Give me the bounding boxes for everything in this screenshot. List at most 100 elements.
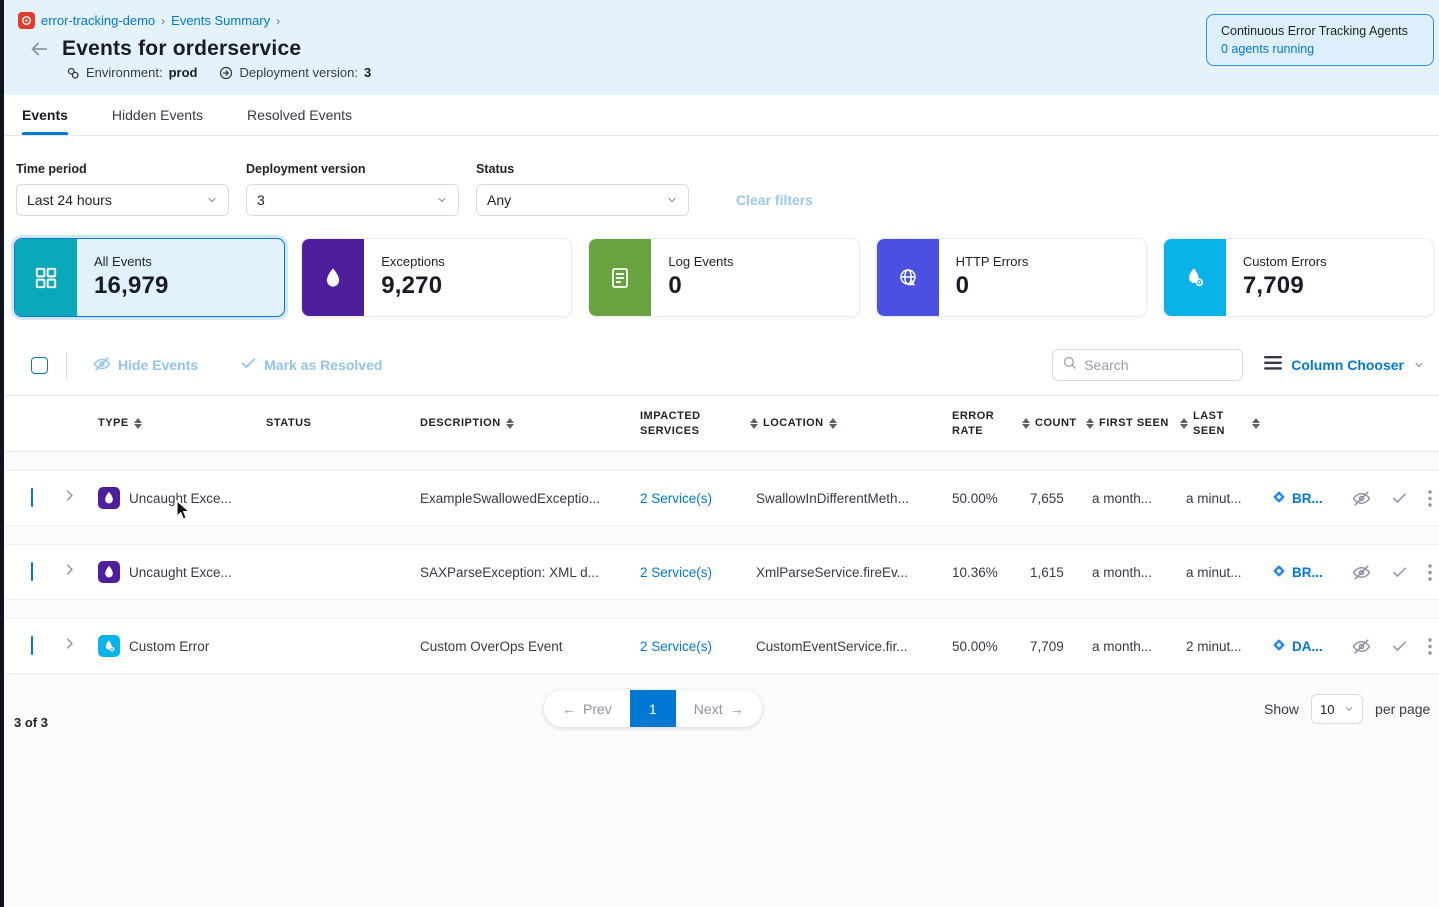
pagination-bar: 3 of 3 ←Prev 1 Next→ Show 10 per page (4, 674, 1439, 744)
sort-icon[interactable] (134, 418, 142, 429)
time-period-value: Last 24 hours (27, 192, 112, 208)
impacted-services-link[interactable]: 2 Service(s) (628, 491, 744, 506)
impacted-services-link[interactable]: 2 Service(s) (628, 565, 744, 580)
clear-filters-button[interactable]: Clear filters (736, 192, 813, 208)
hide-event-icon[interactable] (1352, 489, 1371, 508)
chevron-right-icon[interactable] (54, 636, 77, 651)
kebab-menu-icon[interactable] (1428, 564, 1432, 581)
table-row[interactable]: Uncaught Exce... SAXParseException: XML … (4, 544, 1439, 600)
row-checkbox[interactable] (31, 488, 33, 507)
events-table: TYPE STATUS DESCRIPTION IMPACTED SERVICE… (4, 395, 1439, 748)
chevron-down-icon (436, 194, 448, 206)
col-last-seen[interactable]: LAST SEEN (1193, 409, 1247, 438)
page-size-select[interactable]: 10 (1311, 694, 1363, 724)
flame-gear-icon (98, 635, 120, 657)
stat-card-http-errors[interactable]: HTTP Errors 0 (876, 238, 1147, 317)
col-count[interactable]: COUNT (1035, 416, 1077, 430)
chevron-down-icon (666, 194, 678, 206)
back-arrow-icon[interactable] (28, 38, 50, 60)
mark-resolved-button[interactable]: Mark as Resolved (240, 355, 382, 375)
resolve-event-icon[interactable] (1391, 638, 1408, 655)
page-number-button[interactable]: 1 (630, 690, 676, 727)
search-input[interactable] (1084, 357, 1224, 373)
row-checkbox[interactable] (31, 636, 33, 655)
hide-event-icon[interactable] (1352, 637, 1371, 656)
row-checkbox[interactable] (31, 562, 33, 581)
ticket-link[interactable]: BR... (1260, 564, 1342, 581)
column-chooser-button[interactable]: Column Chooser (1264, 356, 1425, 375)
ticket-link[interactable]: DA... (1260, 638, 1342, 655)
error-rate: 10.36% (940, 565, 1016, 580)
col-status: STATUS (266, 416, 311, 430)
stat-card-log-events[interactable]: Log Events 0 (588, 238, 859, 317)
tab-bar: Events Hidden Events Resolved Events (4, 95, 1439, 136)
flame-icon (302, 239, 364, 316)
col-description[interactable]: DESCRIPTION (420, 416, 501, 430)
jira-ticket-icon (1272, 638, 1286, 655)
card-value: 9,270 (381, 272, 445, 300)
resolve-event-icon[interactable] (1391, 564, 1408, 581)
stat-card-exceptions[interactable]: Exceptions 9,270 (301, 238, 572, 317)
hide-events-label: Hide Events (118, 357, 198, 373)
next-page-button[interactable]: Next→ (676, 690, 762, 727)
chevron-right-icon[interactable] (54, 562, 77, 577)
sort-icon[interactable] (1022, 418, 1030, 429)
time-period-select[interactable]: Last 24 hours (16, 184, 229, 216)
stat-cards: All Events 16,979 Exceptions 9,270 Log E… (4, 216, 1439, 335)
column-chooser-label: Column Chooser (1291, 357, 1404, 373)
kebab-menu-icon[interactable] (1428, 638, 1432, 655)
error-tracking-logo-icon (18, 12, 35, 29)
time-period-label: Time period (16, 162, 229, 176)
select-all-checkbox[interactable] (31, 357, 48, 374)
table-row[interactable]: Custom Error Custom OverOps Event 2 Serv… (4, 618, 1439, 674)
event-description: ExampleSwallowedExceptio... (406, 491, 628, 506)
per-page-label: per page (1375, 701, 1430, 717)
table-header-row: TYPE STATUS DESCRIPTION IMPACTED SERVICE… (4, 396, 1439, 452)
event-location: SwallowInDifferentMeth... (744, 491, 940, 506)
sort-icon[interactable] (829, 418, 837, 429)
sort-icon[interactable] (506, 418, 514, 429)
event-description: Custom OverOps Event (406, 639, 628, 654)
card-label: Log Events (668, 254, 733, 269)
hide-event-icon[interactable] (1352, 563, 1371, 582)
status-select[interactable]: Any (476, 184, 689, 216)
col-type[interactable]: TYPE (98, 416, 129, 430)
grid-icon (15, 239, 77, 316)
error-rate: 50.00% (940, 491, 1016, 506)
col-error-rate: ERROR RATE (952, 409, 1016, 438)
tab-hidden-events[interactable]: Hidden Events (112, 95, 203, 135)
agents-status-card[interactable]: Continuous Error Tracking Agents 0 agent… (1206, 14, 1434, 66)
page-summary: 3 of 3 (14, 715, 48, 730)
breadcrumb-section-link[interactable]: Events Summary (171, 13, 270, 28)
table-row[interactable]: Uncaught Exce... ExampleSwallowedExcepti… (4, 470, 1439, 526)
stat-card-custom-errors[interactable]: Custom Errors 7,709 (1163, 238, 1434, 317)
impacted-services-link[interactable]: 2 Service(s) (628, 639, 744, 654)
kebab-menu-icon[interactable] (1428, 490, 1432, 507)
card-value: 0 (956, 272, 1029, 300)
stat-card-all-events[interactable]: All Events 16,979 (14, 238, 285, 317)
sort-icon[interactable] (750, 418, 758, 429)
prev-page-button[interactable]: ←Prev (544, 690, 630, 727)
breadcrumb-project-link[interactable]: error-tracking-demo (41, 13, 155, 28)
flame-gear-icon (1164, 239, 1226, 316)
sort-icon[interactable] (1086, 418, 1094, 429)
tab-resolved-events[interactable]: Resolved Events (247, 95, 352, 135)
page-size-value: 10 (1320, 702, 1334, 717)
agents-running-link[interactable]: 0 agents running (1221, 42, 1419, 56)
sort-icon[interactable] (1180, 418, 1188, 429)
ticket-link[interactable]: BR... (1260, 490, 1342, 507)
chevron-right-icon[interactable] (54, 488, 77, 503)
hide-events-button[interactable]: Hide Events (93, 355, 198, 376)
chevron-down-icon (1344, 704, 1354, 714)
resolve-event-icon[interactable] (1391, 490, 1408, 507)
filter-bar: Time period Last 24 hours Deployment ver… (4, 136, 1439, 216)
check-icon (240, 355, 257, 375)
sort-icon[interactable] (1252, 418, 1260, 429)
col-location[interactable]: LOCATION (763, 416, 824, 430)
environment-icon (66, 66, 80, 80)
deployment-version-select[interactable]: 3 (246, 184, 459, 216)
col-first-seen[interactable]: FIRST SEEN (1099, 416, 1169, 430)
eye-slash-icon (93, 355, 111, 376)
deployment-version-label: Deployment version (246, 162, 459, 176)
tab-events[interactable]: Events (22, 95, 68, 135)
